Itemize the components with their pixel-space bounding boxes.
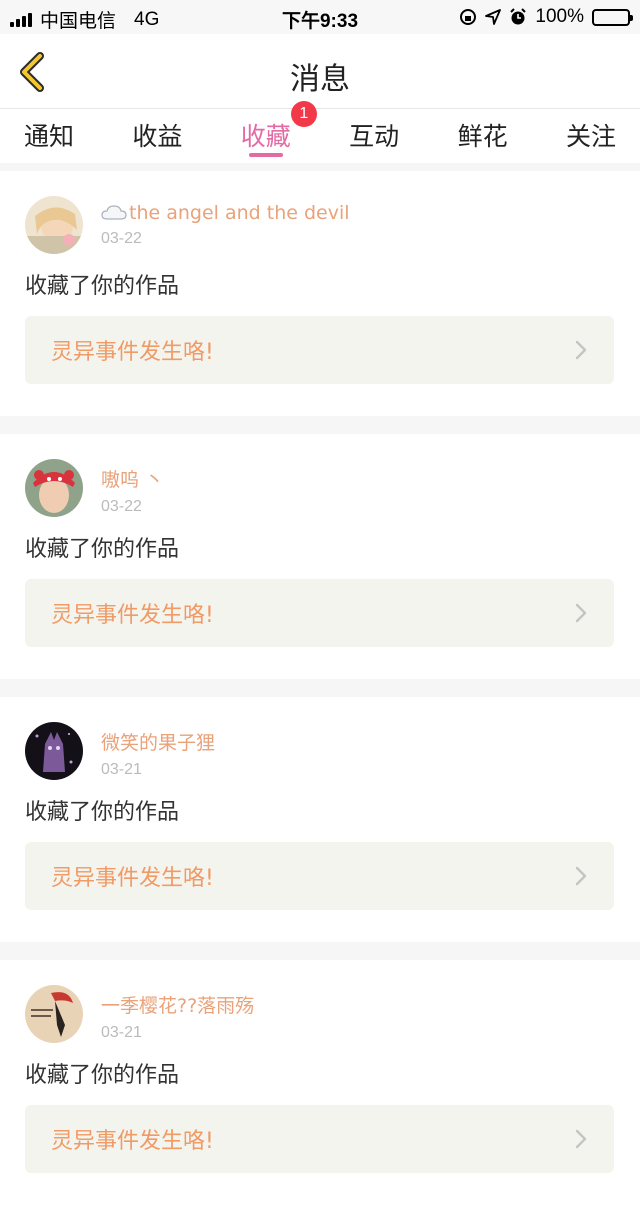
tab-interaction[interactable]: 互动 — [349, 109, 399, 163]
cloud-icon — [101, 205, 127, 220]
username[interactable]: 嗷呜 丶 — [101, 465, 164, 492]
username-text: the angel and the devil — [129, 202, 350, 224]
tab-label: 鲜花 — [457, 122, 508, 151]
active-tab-indicator — [248, 153, 283, 157]
avatar[interactable] — [25, 985, 83, 1043]
item-meta: 一季樱花??落雨殇 03-21 — [101, 991, 254, 1042]
work-link[interactable]: 灵异事件发生咯! — [25, 579, 614, 647]
alarm-icon — [510, 8, 527, 25]
status-right: 100% — [459, 6, 633, 28]
username-text: 微笑的果子狸 — [101, 732, 216, 754]
item-meta: the angel and the devil 03-22 — [101, 202, 350, 248]
work-title: 灵异事件发生咯! — [51, 340, 214, 365]
chevron-right-icon — [575, 340, 587, 360]
tab-bar: 通知 收益 收藏 1 互动 鲜花 关注 — [0, 101, 640, 163]
message-list: the angel and the devil 03-22 收藏了你的作品 灵异… — [0, 163, 640, 1205]
avatar[interactable] — [25, 722, 83, 780]
list-item: the angel and the devil 03-22 收藏了你的作品 灵异… — [0, 171, 640, 416]
item-date: 03-22 — [101, 230, 142, 247]
item-date: 03-21 — [101, 1024, 142, 1041]
list-item: 微笑的果子狸 03-21 收藏了你的作品 灵异事件发生咯! — [0, 697, 640, 942]
work-link[interactable]: 灵异事件发生咯! — [25, 316, 614, 384]
action-text: 收藏了你的作品 — [25, 537, 180, 562]
list-item: 嗷呜 丶 03-22 收藏了你的作品 灵异事件发生咯! — [0, 434, 640, 679]
item-meta: 嗷呜 丶 03-22 — [101, 465, 164, 516]
chevron-right-icon — [575, 603, 587, 623]
work-link[interactable]: 灵异事件发生咯! — [25, 842, 614, 910]
item-meta: 微笑的果子狸 03-21 — [101, 728, 215, 779]
tab-earnings[interactable]: 收益 — [132, 109, 182, 163]
action-text: 收藏了你的作品 — [25, 800, 180, 825]
avatar[interactable] — [25, 196, 83, 254]
rotation-lock-icon — [460, 9, 477, 25]
tab-label: 收藏 — [240, 122, 291, 151]
chevron-right-icon — [575, 1129, 587, 1149]
action-text: 收藏了你的作品 — [25, 274, 180, 299]
work-link[interactable]: 灵异事件发生咯! — [25, 1105, 614, 1173]
username[interactable]: the angel and the devil — [101, 202, 350, 224]
page-title: 消息 — [290, 62, 350, 97]
list-item: 一季樱花??落雨殇 03-21 收藏了你的作品 灵异事件发生咯! — [0, 960, 640, 1205]
item-date: 03-21 — [101, 761, 142, 778]
battery-icon — [592, 8, 633, 26]
tab-follow[interactable]: 关注 — [566, 109, 616, 163]
action-text: 收藏了你的作品 — [25, 1063, 180, 1088]
username-text: 一季樱花??落雨殇 — [101, 995, 255, 1017]
tab-favorites[interactable]: 收藏 1 — [240, 101, 317, 163]
username[interactable]: 一季樱花??落雨殇 — [101, 991, 254, 1018]
item-header: 一季樱花??落雨殇 03-21 — [25, 985, 614, 1049]
status-bar: 中国电信 4G 下午9:33 100% — [0, 0, 640, 34]
username-text: 嗷呜 丶 — [101, 469, 165, 491]
item-header: 嗷呜 丶 03-22 — [25, 459, 614, 523]
tab-label: 关注 — [565, 122, 616, 151]
item-header: the angel and the devil 03-22 — [25, 196, 614, 260]
item-header: 微笑的果子狸 03-21 — [25, 722, 614, 786]
nav-bar: 消息 — [0, 34, 640, 109]
work-title: 灵异事件发生咯! — [51, 866, 214, 891]
tab-label: 通知 — [24, 122, 75, 151]
battery-percent: 100% — [535, 6, 584, 27]
tab-label: 收益 — [132, 122, 183, 151]
tab-notice[interactable]: 通知 — [24, 109, 74, 163]
tab-flowers[interactable]: 鲜花 — [458, 109, 508, 163]
avatar[interactable] — [25, 459, 83, 517]
username[interactable]: 微笑的果子狸 — [101, 728, 215, 755]
item-date: 03-22 — [101, 498, 142, 515]
work-title: 灵异事件发生咯! — [51, 1129, 214, 1154]
chevron-right-icon — [575, 866, 587, 886]
unread-badge: 1 — [290, 101, 317, 127]
tab-label: 互动 — [349, 122, 400, 151]
location-icon — [485, 9, 502, 25]
work-title: 灵异事件发生咯! — [51, 603, 214, 628]
